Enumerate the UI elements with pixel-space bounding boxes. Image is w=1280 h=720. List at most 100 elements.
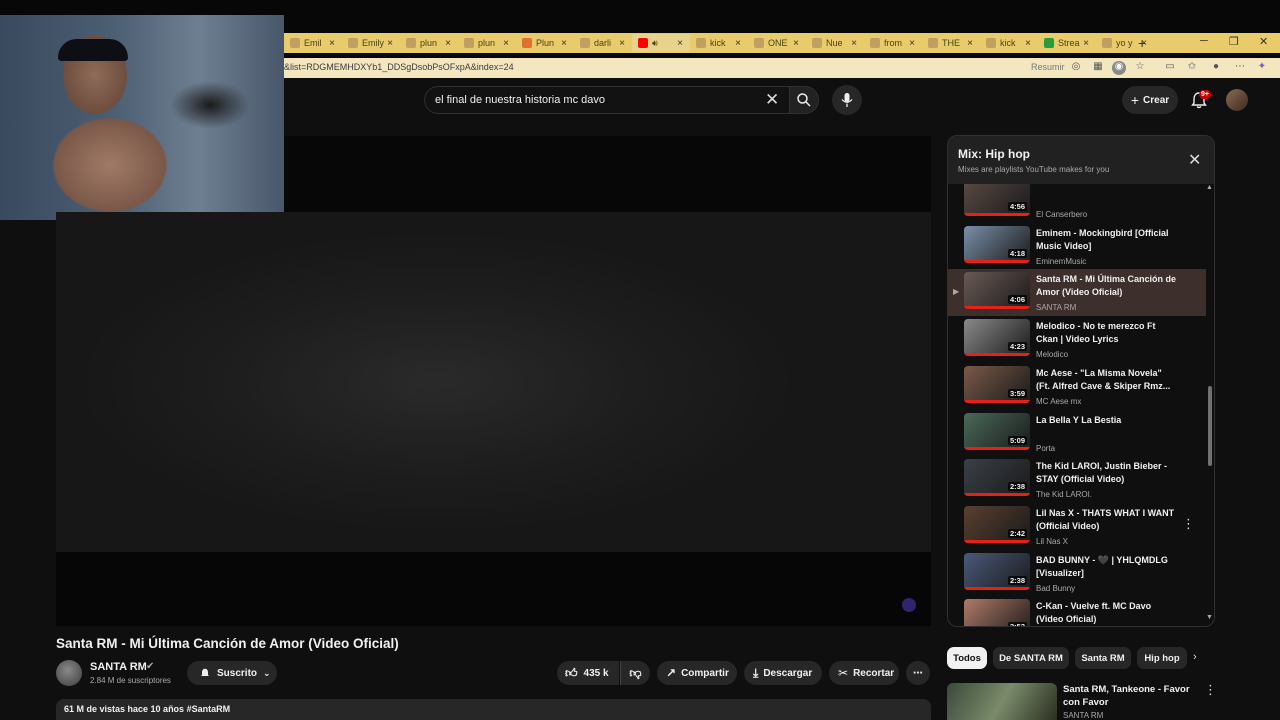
eye-off-icon[interactable]: ◉ [1112, 61, 1126, 75]
voice-search-button[interactable] [832, 85, 862, 115]
like-button[interactable]: 👍︎ 435 k [557, 661, 619, 685]
tab-close-icon[interactable]: × [1022, 38, 1034, 49]
browser-tab[interactable]: darli × [574, 34, 632, 52]
search-input[interactable]: el final de nuestra historia mc davo [435, 94, 605, 106]
recommendation-channel[interactable]: SANTA RM [1063, 711, 1103, 720]
tab-close-icon[interactable]: × [674, 38, 686, 49]
video-player[interactable] [56, 212, 931, 552]
tab-close-icon[interactable]: × [964, 38, 976, 49]
chip-de-santa-rm[interactable]: De SANTA RM [993, 647, 1069, 669]
playlist-item-title[interactable]: Eminem - Mockingbird [Official Music Vid… [1036, 227, 1176, 253]
dislike-button[interactable]: 👎︎ [620, 661, 650, 685]
playlist-item[interactable]: 2:42 Lil Nas X - THATS WHAT I WANT (Offic… [948, 503, 1206, 550]
clear-search-icon[interactable]: ✕ [765, 90, 779, 110]
playlist-item-title[interactable]: C-Kan - Vuelve ft. MC Davo (Video Oficia… [1036, 600, 1176, 626]
playlist-item-thumbnail[interactable]: 4:23 [964, 319, 1030, 357]
browser-tab[interactable]: ONE × [748, 34, 806, 52]
browser-tab[interactable]: Plun × [516, 34, 574, 52]
copilot-icon[interactable]: ✦ [1256, 61, 1268, 73]
search-box[interactable]: el final de nuestra historia mc davo ✕ [424, 86, 790, 114]
playlist-item-thumbnail[interactable]: 3:53 [964, 599, 1030, 626]
favorites-icon[interactable]: ✩ [1186, 61, 1198, 73]
tab-close-icon[interactable]: × [500, 38, 512, 49]
create-button[interactable]: + Crear [1122, 86, 1178, 114]
window-close-icon[interactable]: ✕ [1259, 35, 1268, 48]
lens-icon[interactable]: ◎ [1070, 61, 1082, 73]
bookmark-star-icon[interactable]: ☆ [1134, 61, 1146, 73]
playlist-item[interactable]: 5:09 La Bella Y La Bestia Porta [948, 410, 1206, 457]
profile-icon[interactable]: ● [1210, 61, 1222, 73]
recommendation-thumbnail[interactable] [947, 683, 1057, 720]
playlist-item-thumbnail[interactable]: 2:38 [964, 459, 1030, 497]
playlist-item-thumbnail[interactable]: 2:42 [964, 505, 1030, 543]
new-tab-button[interactable]: + [1138, 35, 1146, 51]
playlist-item-thumbnail[interactable]: 4:06 [964, 272, 1030, 310]
playlist-item-thumbnail[interactable]: 2:38 [964, 552, 1030, 590]
browser-tab[interactable]: plun × [400, 34, 458, 52]
download-button[interactable]: ⤓ Descargar [744, 661, 822, 685]
clip-button[interactable]: ✂ Recortar [829, 661, 899, 685]
tab-close-icon[interactable]: × [732, 38, 744, 49]
playlist-item-thumbnail[interactable]: 4:18 [964, 225, 1030, 263]
browser-tab[interactable]: kick × [980, 34, 1038, 52]
playlist-item-thumbnail[interactable]: 3:59 [964, 365, 1030, 403]
scroll-up-arrow-icon[interactable]: ▲ [1206, 184, 1213, 191]
playlist-item[interactable]: 2:38 BAD BUNNY - 🖤 | YHLQMDLG [Visualizer… [948, 550, 1206, 597]
more-options-icon[interactable]: ⋯ [1234, 61, 1246, 73]
channel-avatar[interactable] [56, 660, 82, 686]
chevron-right-icon[interactable]: › [1193, 651, 1197, 663]
url-text[interactable]: &list=RDGMEMHDXYb1_DDSgDsobPsOFxpA&index… [284, 62, 514, 72]
maximize-icon[interactable]: ❐ [1229, 35, 1239, 48]
playlist-item-title[interactable]: The Kid LAROI, Justin Bieber - STAY (Off… [1036, 460, 1176, 486]
split-screen-icon[interactable]: ▭ [1164, 61, 1176, 73]
subscribed-button[interactable]: Suscrito ⌄ [187, 661, 277, 685]
tab-close-icon[interactable]: × [384, 38, 396, 49]
playlist-item-title[interactable]: BAD BUNNY - 🖤 | YHLQMDLG [Visualizer] [1036, 554, 1176, 580]
browser-tab[interactable]: 🔊︎ × [632, 34, 690, 52]
tab-close-icon[interactable]: × [326, 38, 338, 49]
tab-close-icon[interactable]: × [442, 38, 454, 49]
tab-close-icon[interactable]: × [848, 38, 860, 49]
item-menu-icon[interactable]: ⋮ [1182, 516, 1195, 532]
playlist-item[interactable]: 3:59 Mc Aese - "La Misma Novela" (Ft. Alf… [948, 363, 1206, 410]
browser-tab[interactable]: plun × [458, 34, 516, 52]
playlist-item[interactable]: ▶ 4:06 Santa RM - Mi Última Canción de Amo… [948, 269, 1206, 317]
extension-icon[interactable]: ▦ [1092, 61, 1104, 73]
playlist-scrollbar[interactable] [1208, 386, 1212, 466]
chip-todos[interactable]: Todos [947, 647, 987, 669]
playlist-item[interactable]: 2:38 The Kid LAROI, Justin Bieber - STAY … [948, 456, 1206, 503]
tab-close-icon[interactable]: × [616, 38, 628, 49]
playlist-item-title[interactable]: Lil Nas X - THATS WHAT I WANT (Official … [1036, 507, 1176, 533]
playlist-item-thumbnail[interactable]: 5:09 [964, 412, 1030, 450]
browser-tab[interactable]: Nue × [806, 34, 864, 52]
tab-close-icon[interactable]: × [790, 38, 802, 49]
address-bar[interactable]: &list=RDGMEMHDXYb1_DDSgDsobPsOFxpA&index… [284, 58, 1280, 78]
scroll-down-arrow-icon[interactable]: ▼ [1206, 614, 1213, 621]
share-button[interactable]: ↗ Compartir [657, 661, 737, 685]
channel-watermark-icon[interactable] [902, 598, 916, 612]
playlist-item-title[interactable]: Melodico - No te merezco Ft Ckan | Video… [1036, 320, 1176, 346]
browser-tab[interactable]: THE × [922, 34, 980, 52]
playlist-item-title[interactable]: La Bella Y La Bestia [1036, 414, 1176, 427]
browser-tab[interactable]: kick × [690, 34, 748, 52]
playlist-item-title[interactable]: Mc Aese - "La Misma Novela" (Ft. Alfred … [1036, 367, 1176, 393]
search-button[interactable] [789, 86, 819, 114]
account-avatar[interactable] [1226, 89, 1248, 111]
playlist-item[interactable]: 4:18 Eminem - Mockingbird [Official Music… [948, 223, 1206, 270]
minimize-icon[interactable]: ─ [1200, 35, 1208, 47]
recommendation-menu-icon[interactable]: ⋮ [1204, 682, 1217, 698]
playlist-item[interactable]: 4:56 El Canserbero [948, 184, 1206, 223]
channel-name[interactable]: SANTA RM [90, 661, 147, 673]
chip-santa-rm[interactable]: Santa RM [1075, 647, 1131, 669]
close-playlist-icon[interactable]: ✕ [1188, 150, 1201, 170]
more-actions-button[interactable]: ⋯ [906, 661, 930, 685]
tab-close-icon[interactable]: × [1080, 38, 1092, 49]
browser-tab[interactable]: Emily × [342, 34, 400, 52]
playlist-item[interactable]: 3:53 C-Kan - Vuelve ft. MC Davo (Video Of… [948, 596, 1206, 626]
playlist-title[interactable]: Mix: Hip hop [958, 147, 1030, 161]
browser-tab[interactable]: Strea × [1038, 34, 1096, 52]
description-box[interactable]: 61 M de vistas hace 10 años #SantaRM [56, 699, 931, 720]
recommendation-title[interactable]: Santa RM, Tankeone - Favor con Favor [1063, 683, 1203, 709]
browser-tab[interactable]: from × [864, 34, 922, 52]
playlist-item[interactable]: 4:23 Melodico - No te merezco Ft Ckan | V… [948, 316, 1206, 363]
